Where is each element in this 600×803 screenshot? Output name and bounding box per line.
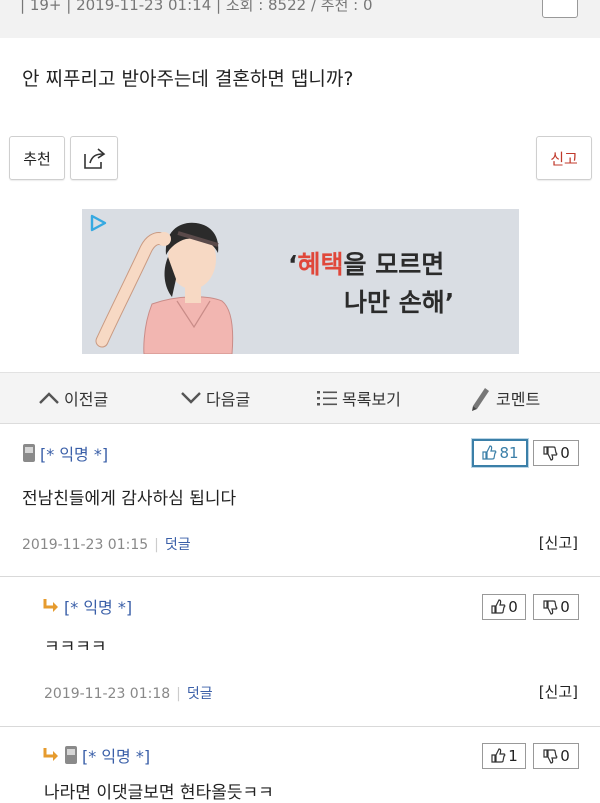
thumbs-down-icon [543,446,558,461]
comment-author: [* 익명 *] [22,441,108,465]
post-meta-bar: | 19+ | 2019-11-23 01:14 | 조회 : 8522 / 추… [0,0,600,38]
list-view-label: 목록보기 [342,390,401,409]
separator: | [154,537,159,553]
downvote-button[interactable]: 0 [533,743,579,769]
ad-headline-rest: 을 모르면 [343,250,445,279]
reply-link[interactable]: 덧글 [187,686,213,702]
separator: | [176,686,181,702]
prev-post-button[interactable]: 이전글 [38,373,108,423]
prev-post-label: 이전글 [64,390,109,409]
ad-subheadline: 나만 손해’ [344,288,455,317]
reply-link[interactable]: 덧글 [165,537,191,553]
comment-date: 2019-11-23 01:18 [44,686,171,702]
comment-label: 코멘트 [496,390,541,409]
next-post-label: 다음글 [206,390,251,409]
ad-woman-illustration [95,222,234,354]
downvote-count: 0 [560,747,570,765]
post-title: 안 찌푸리고 받아주는데 결혼하면 댑니까? [22,68,354,90]
share-button[interactable] [70,136,118,180]
comment-author: [* 익명 *] [42,594,132,618]
comment-text: ㅋㅋㅋㅋ [44,637,107,657]
list-view-button[interactable]: 목록보기 [316,373,401,423]
recommend-button[interactable]: 추천 [9,136,65,180]
ad-open-quote: ‘ [288,250,298,279]
downvote-count: 0 [560,444,570,462]
comment-button[interactable]: 코멘트 [468,373,540,423]
comment-date: 2019-11-23 01:15 [22,537,149,553]
thumbs-down-icon [543,749,558,764]
reply-arrow-icon [43,748,58,761]
comment-report-link[interactable]: [신고] [539,681,578,702]
comment-text: 나라면 이댓글보면 현타올듯ㅋㅋ [44,783,274,803]
downvote-button[interactable]: 0 [533,594,579,620]
menu-button[interactable] [542,0,578,18]
upvote-count: 81 [499,444,519,462]
thumbs-up-icon [491,748,506,763]
share-icon [84,148,106,169]
reply-arrow-icon [43,599,58,612]
upvote-count: 0 [508,598,518,616]
comment-divider [0,726,600,727]
ad-play-icon[interactable] [88,213,108,233]
ad-accent-text: 혜택 [297,250,344,279]
thumbs-down-icon [543,600,558,615]
pencil-icon [472,388,489,411]
mobile-phone-icon [23,444,35,462]
downvote-count: 0 [560,598,570,616]
comment-meta: 2019-11-23 01:18 | 덧글 [44,683,213,703]
comment-text: 전남친들에게 감사하심 됩니다 [22,489,237,509]
upvote-button[interactable]: 0 [482,594,526,620]
chevron-up-icon [39,392,59,404]
post-nav-bar: 이전글 다음글 목록보기 코멘트 [0,372,600,424]
next-post-button[interactable]: 다음글 [180,373,250,423]
upvote-count: 1 [508,747,518,765]
ad-headline: ‘혜택을 모르면 [288,245,444,281]
comment-author-name: [* 익명 *] [82,747,151,766]
ad-banner[interactable]: ‘혜택을 모르면 나만 손해’ [82,209,519,354]
thumbs-up-icon [491,599,506,614]
comment-divider [0,576,600,577]
comment-author-name: [* 익명 *] [64,598,133,617]
report-button[interactable]: 신고 [536,136,592,180]
upvote-button[interactable]: 81 [472,439,528,467]
downvote-button[interactable]: 0 [533,440,579,466]
mobile-phone-icon [65,746,77,764]
comment-report-link[interactable]: [신고] [539,532,578,553]
thumbs-up-icon [482,445,497,460]
comment-author-name: [* 익명 *] [40,445,109,464]
list-icon [317,391,337,406]
comment-meta: 2019-11-23 01:15 | 덧글 [22,534,191,554]
post-meta-text: | 19+ | 2019-11-23 01:14 | 조회 : 8522 / 추… [20,0,373,14]
chevron-down-icon [181,392,201,404]
upvote-button[interactable]: 1 [482,743,526,769]
comment-author: [* 익명 *] [42,743,150,767]
